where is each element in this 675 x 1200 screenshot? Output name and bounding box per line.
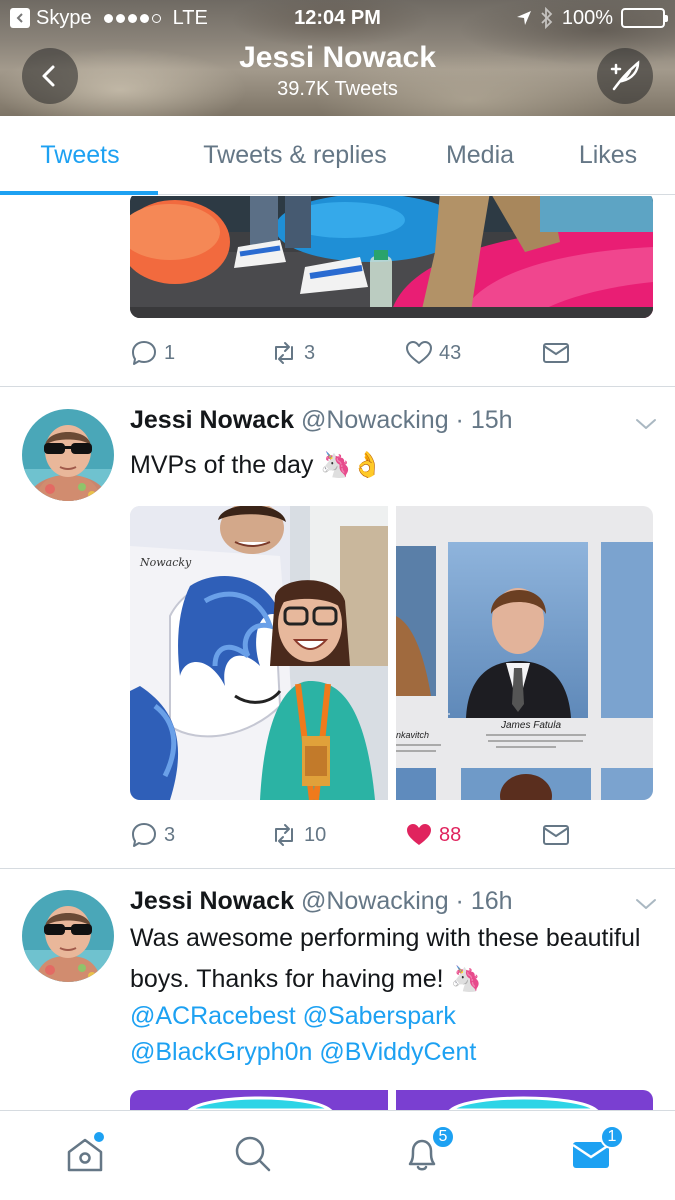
feather-compose-icon (610, 60, 640, 91)
location-arrow-icon (516, 11, 531, 25)
direct-message-button[interactable] (542, 818, 570, 852)
tweet-count: 39.7K Tweets (277, 78, 398, 100)
tweet-header: Jessi Nowack @Nowacking · 15h (130, 404, 513, 436)
compose-tweet-button[interactable] (597, 48, 653, 104)
status-bar: Skype LTE 12:04 PM 100% (0, 0, 675, 36)
nav-messages[interactable]: 1 (566, 1125, 624, 1179)
author-name[interactable]: Jessi Nowack (130, 406, 294, 434)
heart-filled-icon (407, 824, 431, 845)
search-icon (235, 1136, 271, 1172)
home-new-content-dot (94, 1132, 104, 1142)
header-title-block: Jessi Nowack 39.7K Tweets (0, 40, 675, 102)
tweet-photo-sneakers[interactable] (130, 196, 653, 318)
carrier-label: LTE (172, 6, 208, 29)
direct-message-button[interactable] (542, 336, 570, 370)
tweet-time: 16h (470, 887, 513, 915)
tweet-header: Jessi Nowack @Nowacking · 16h (130, 885, 513, 917)
tab-tweets-and-replies[interactable]: Tweets & replies (170, 116, 420, 195)
bottom-tab-bar: 5 1 (0, 1110, 675, 1200)
back-to-app-icon[interactable] (10, 8, 30, 28)
reply-button[interactable]: 1 (130, 336, 175, 370)
retweet-icon (275, 342, 293, 364)
like-count: 43 (439, 341, 462, 364)
like-button[interactable]: 43 (405, 336, 461, 370)
tweet-photo-preview-2[interactable] (396, 1090, 653, 1110)
tweet-mentions: @ACRacebest @Saberspark @BlackGryph0n @B… (130, 998, 660, 1070)
active-tab-indicator (0, 191, 158, 195)
retweet-button[interactable]: 10 (270, 818, 326, 852)
reply-button[interactable]: 3 (130, 818, 175, 852)
author-handle[interactable]: @Nowacking (301, 406, 449, 434)
tweet-body: Was awesome performing with these beauti… (130, 924, 641, 993)
profile-header: Skype LTE 12:04 PM 100% Jessi Nowack 39.… (0, 0, 675, 116)
like-button[interactable]: 88 (405, 818, 461, 852)
profile-name: Jessi Nowack (239, 41, 436, 74)
reply-icon (132, 823, 156, 847)
profile-tabs: Tweets Tweets & replies Media Likes (0, 116, 675, 195)
tweet-text: Was awesome performing with these beauti… (130, 918, 660, 1000)
mention-line-1[interactable]: @ACRacebest @Saberspark (130, 998, 660, 1034)
retweet-icon (275, 824, 293, 846)
notifications-badge: 5 (431, 1125, 455, 1149)
author-handle[interactable]: @Nowacking (301, 887, 449, 915)
tab-media[interactable]: Media (425, 116, 535, 195)
yearbook-caption-partial: nkavitch (396, 730, 429, 740)
chevron-down-icon[interactable] (634, 896, 658, 912)
tab-tweets[interactable]: Tweets (0, 116, 160, 195)
tweet-text: MVPs of the day 🦄👌 (130, 451, 383, 479)
mention-line-2[interactable]: @BlackGryph0n @BViddyCent (130, 1034, 660, 1070)
meta-separator: · (448, 406, 471, 434)
author-name[interactable]: Jessi Nowack (130, 887, 294, 915)
meta-separator: · (448, 887, 471, 915)
author-avatar[interactable] (22, 890, 114, 982)
author-avatar[interactable] (22, 409, 114, 501)
tweet-photo-selfie[interactable]: Nowacky (130, 506, 388, 800)
tweet-photo-yearbook[interactable]: James Fatula nkavitch (396, 506, 653, 800)
yearbook-caption-name: James Fatula (500, 720, 561, 731)
svg-text:Nowacky: Nowacky (139, 556, 192, 569)
envelope-icon (543, 825, 569, 845)
tweet-photo-preview-1[interactable] (130, 1090, 388, 1110)
signal-strength-icon (103, 13, 161, 23)
heart-icon (406, 341, 432, 364)
bluetooth-icon (541, 7, 553, 29)
retweet-button[interactable]: 3 (270, 336, 315, 370)
like-count: 88 (439, 823, 462, 846)
envelope-icon (543, 343, 569, 363)
nav-notifications[interactable]: 5 (397, 1125, 455, 1179)
messages-badge: 1 (600, 1125, 624, 1149)
tweet-feed[interactable]: 1 3 43 Jessi Nowack @Nowacking · 15h MVP… (0, 196, 675, 1110)
reply-icon (132, 341, 156, 365)
retweet-count: 10 (304, 823, 327, 846)
reply-count: 1 (164, 341, 176, 364)
battery-icon (621, 8, 668, 28)
tweet-divider (0, 386, 675, 387)
tab-likes[interactable]: Likes (560, 116, 656, 195)
back-app-label[interactable]: Skype (36, 7, 92, 30)
retweet-count: 3 (304, 341, 316, 364)
nav-home[interactable] (60, 1129, 110, 1179)
tweet-divider (0, 868, 675, 869)
battery-percent: 100% (561, 6, 613, 29)
tweet-time: 15h (470, 406, 513, 434)
nav-search[interactable] (228, 1129, 278, 1179)
chevron-down-icon[interactable] (634, 416, 658, 432)
reply-count: 3 (164, 823, 176, 846)
